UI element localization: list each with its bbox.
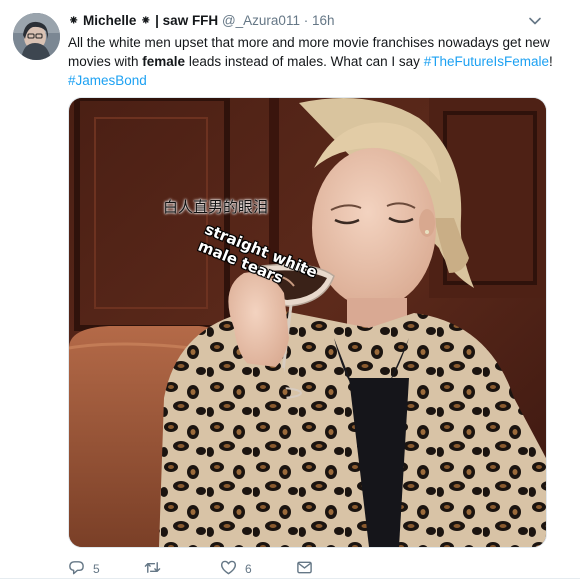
reply-button[interactable]: 5 — [68, 559, 100, 579]
photo-image — [69, 98, 546, 547]
tweet-actions: 5 6 — [68, 559, 548, 579]
hashtag-link[interactable]: #TheFutureIsFemale — [424, 54, 549, 69]
display-name[interactable]: ⁕ Michelle ⁕ | saw FFH — [68, 13, 218, 28]
avatar[interactable] — [13, 13, 60, 60]
tweet-text-part3: ! — [549, 54, 553, 69]
reply-icon — [68, 559, 85, 579]
avatar-image — [13, 13, 60, 60]
tweet-photo[interactable]: 白人直男的眼泪 straight white male tears — [68, 97, 547, 548]
reply-count: 5 — [93, 562, 100, 576]
user-handle[interactable]: @_Azura011 — [222, 13, 300, 28]
separator: · — [303, 13, 309, 28]
hashtag-link[interactable]: #JamesBond — [68, 73, 147, 88]
tweet-text-bold: female — [142, 54, 186, 69]
retweet-button[interactable] — [144, 559, 169, 579]
like-count: 6 — [245, 562, 252, 576]
retweet-icon — [144, 559, 161, 579]
tweet-text-part2: leads instead of males. What can I say — [185, 54, 424, 69]
heart-icon — [220, 559, 237, 579]
envelope-icon — [296, 559, 313, 579]
meme-caption-chinese: 白人直男的眼泪 — [163, 198, 269, 216]
tweet-header: ⁕ Michelle ⁕ | saw FFH @_Azura011 · 16h — [68, 13, 550, 31]
tweet[interactable]: ⁕ Michelle ⁕ | saw FFH @_Azura011 · 16h … — [0, 0, 580, 579]
chevron-down-icon[interactable] — [528, 14, 542, 28]
like-button[interactable]: 6 — [220, 559, 252, 579]
direct-message-button[interactable] — [296, 559, 313, 579]
tweet-text: All the white men upset that more and mo… — [68, 33, 558, 90]
timestamp[interactable]: 16h — [312, 13, 335, 28]
